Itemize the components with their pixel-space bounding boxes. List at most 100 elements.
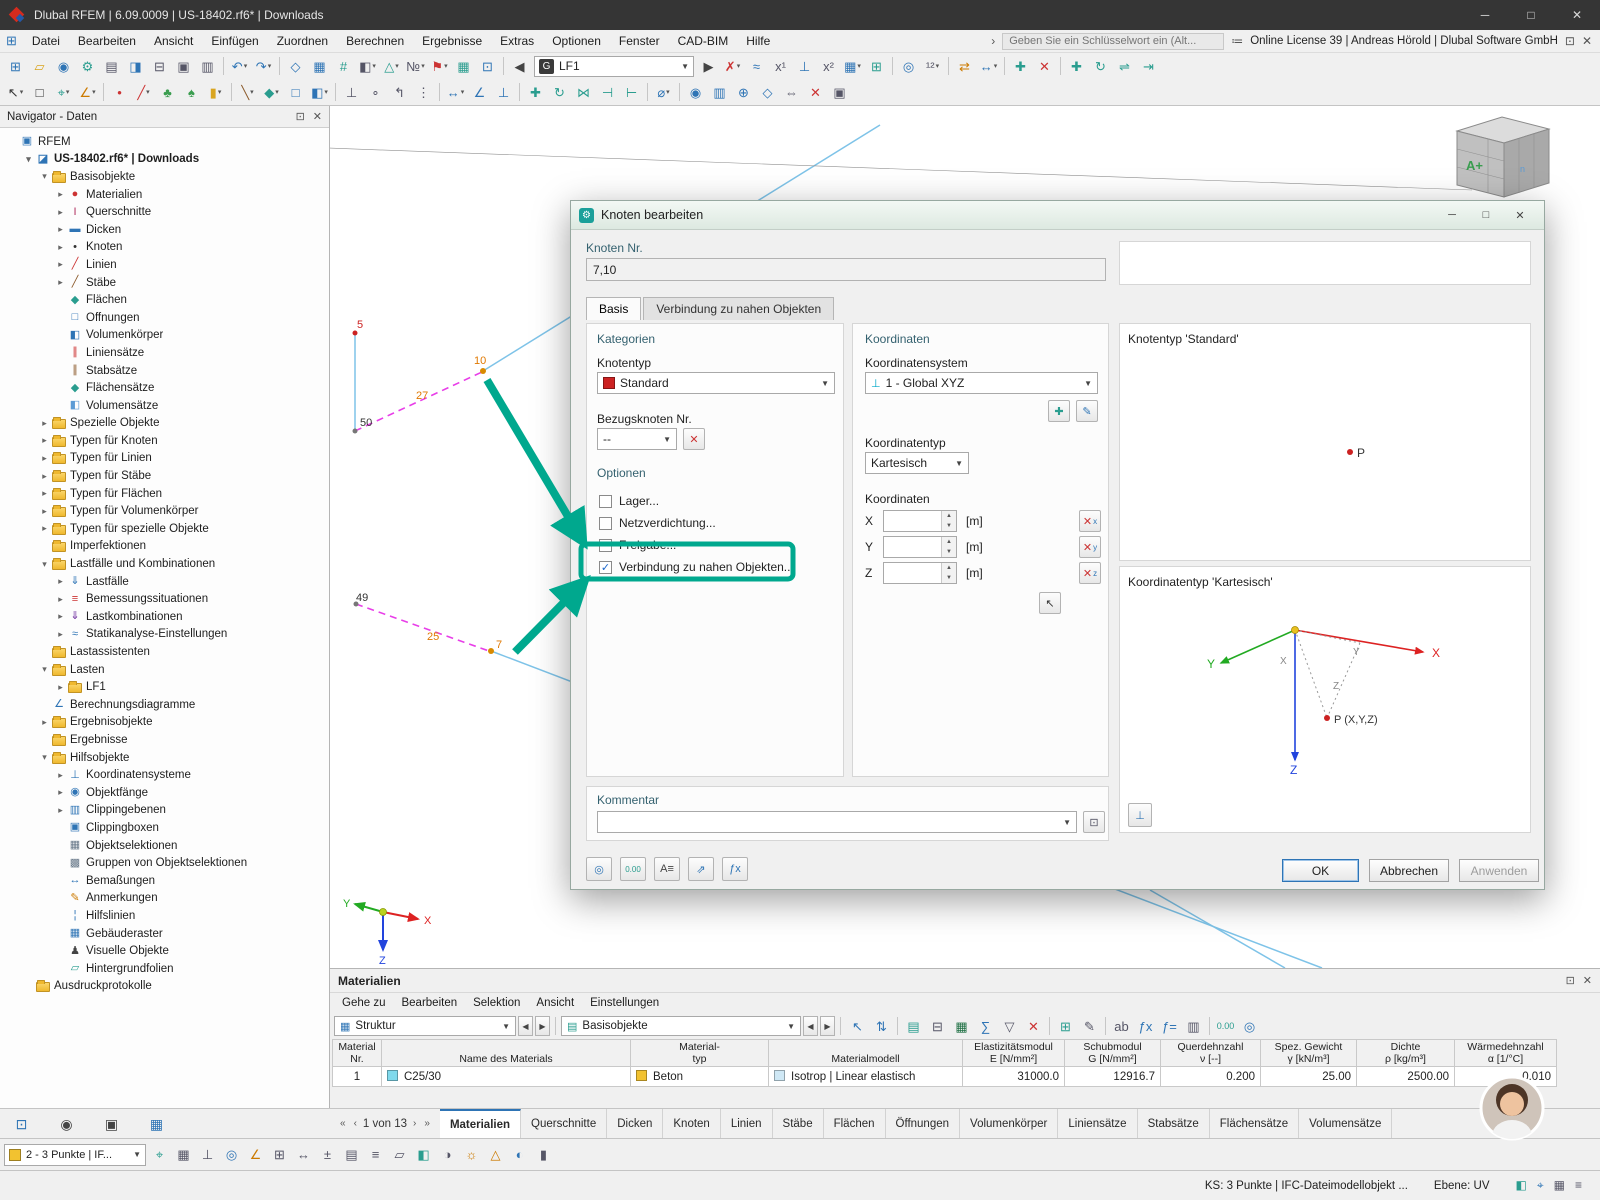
spinner-x[interactable]: ▲ ▼ (941, 511, 956, 531)
collapse-icon[interactable]: ▾ (38, 559, 51, 570)
coordinate-input-y[interactable]: ▲ ▼ (883, 536, 957, 558)
spin-down-icon[interactable]: ▼ (942, 547, 956, 557)
table-jump-button[interactable]: ⇗ (688, 857, 714, 881)
edit-coordinate-system-button[interactable]: ✎ (1076, 400, 1098, 422)
table-tab-stabsaetze[interactable]: Stabsätze (1138, 1109, 1210, 1138)
new-hinge-icon[interactable]: ∘ (364, 81, 387, 103)
cartesian-snap-icon[interactable]: ⊞ (268, 1144, 291, 1166)
tree-item-bemessungssituationen[interactable]: ▸ ≡ Bemessungssituationen (0, 590, 329, 608)
workspace-icon[interactable]: ⊡ (1565, 34, 1575, 48)
special-selection-icon[interactable]: ◇ (756, 81, 779, 103)
expand-icon[interactable]: ▸ (54, 277, 67, 288)
new-tree-icon[interactable]: ♣ (156, 81, 179, 103)
tree-item-typen-fuer-staebe[interactable]: ▸ Typen für Stäbe (0, 467, 329, 485)
checkbox-verbindung-zu-nahen-objekten[interactable]: ✓ (599, 560, 612, 574)
kommentar-combo[interactable]: ▼ (597, 811, 1077, 833)
table-formula-bar-icon[interactable]: ƒ= (1158, 1015, 1181, 1037)
materials-menu-einstellungen[interactable]: Einstellungen (582, 993, 667, 1013)
tree-item-rfem[interactable]: ▣ RFEM (0, 133, 329, 151)
tree-item-clippingboxen[interactable]: ▣ Clippingboxen (0, 819, 329, 837)
layer-list-icon[interactable]: ≡ (364, 1144, 387, 1166)
spin-down-icon[interactable]: ▼ (942, 521, 956, 531)
column-header-kg-m[interactable]: Dichte ρ [kg/m³] (1356, 1039, 1455, 1067)
expand-icon[interactable]: ▸ (54, 770, 67, 781)
cell-nr[interactable]: 1 (332, 1066, 382, 1087)
table-tab-flaechensaetze[interactable]: Flächensätze (1210, 1109, 1300, 1138)
generate-objects-icon[interactable]: ✚ (1009, 55, 1032, 77)
spin-up-icon[interactable]: ▲ (942, 563, 956, 573)
table-print-icon[interactable]: ⊟ (926, 1015, 949, 1037)
menu-item-hilfe[interactable]: Hilfe (737, 30, 779, 52)
snap-settings-icon[interactable]: ⊡ (476, 55, 499, 77)
clear-bezugsknoten-button[interactable]: ✕ (683, 428, 705, 450)
node-7[interactable] (488, 648, 494, 654)
apply-button[interactable]: Anwenden (1459, 859, 1539, 882)
spin-down-icon[interactable]: ▼ (942, 573, 956, 583)
next-loadcase-icon[interactable]: ▶ (697, 55, 720, 77)
increment-snap-icon[interactable]: ± (316, 1144, 339, 1166)
basisobjekte-combo[interactable]: ▤ Basisobjekte ▼ (561, 1016, 801, 1036)
cell-item[interactable]: 0.200 (1160, 1066, 1261, 1087)
new-plant-icon[interactable]: ♠ (180, 81, 203, 103)
table-tab-linien[interactable]: Linien (721, 1109, 773, 1138)
chevron-right-icon[interactable]: › (991, 34, 995, 48)
print-preview-icon[interactable]: ▤ (100, 55, 123, 77)
cell-kn-m[interactable]: 25.00 (1260, 1066, 1357, 1087)
spinner-y[interactable]: ▲ ▼ (941, 537, 956, 557)
table-views-icon[interactable]: ▥ (1182, 1015, 1205, 1037)
shadow-toggle-icon[interactable]: ◑ (436, 1144, 459, 1166)
memory-status-icon[interactable]: ▮ (532, 1144, 555, 1166)
tree-item-anmerkungen[interactable]: ✎ Anmerkungen (0, 890, 329, 908)
tree-item-lastassistenten[interactable]: Lastassistenten (0, 643, 329, 661)
materials-menu-bearbeiten[interactable]: Bearbeiten (393, 993, 465, 1013)
flag-language-icon[interactable]: ⚑ ▾ (428, 55, 451, 77)
tree-item-typen-fuer-knoten[interactable]: ▸ Typen für Knoten (0, 432, 329, 450)
tree-item-liniensaetze[interactable]: ∥ Liniensätze (0, 344, 329, 362)
koordinatentyp-combo[interactable]: Kartesisch ▼ (865, 452, 969, 474)
tree-item-imperfektionen[interactable]: Imperfektionen (0, 538, 329, 556)
expand-icon[interactable]: ▸ (54, 189, 67, 200)
tree-item-lastkombinationen[interactable]: ▸ ⇓ Lastkombinationen (0, 608, 329, 626)
materials-menu-selektion[interactable]: Selektion (465, 993, 528, 1013)
render-mode-icon[interactable]: ◧ ▾ (356, 55, 379, 77)
table-tab-flaechen[interactable]: Flächen (824, 1109, 886, 1138)
menu-item-ergebnisse[interactable]: Ergebnisse (413, 30, 491, 52)
expand-icon[interactable]: ▸ (54, 242, 67, 253)
column-header-typ[interactable]: Material-typ (630, 1039, 769, 1067)
expand-icon[interactable]: ▸ (38, 435, 51, 446)
prev-page-icon[interactable]: ‹ (352, 1118, 359, 1129)
tree-item-volumensaetze[interactable]: ◧ Volumensätze (0, 397, 329, 415)
tree-item-koordinatensysteme[interactable]: ▸ ⊥ Koordinatensysteme (0, 766, 329, 784)
menubar-close-icon[interactable]: ✕ (1582, 34, 1592, 48)
previous-loadcase-icon[interactable]: ◀ (508, 55, 531, 77)
expand-icon[interactable]: ▸ (54, 576, 67, 587)
materials-menu-ansicht[interactable]: Ansicht (528, 993, 582, 1013)
tab-verbindung-zu-nahen-objekten[interactable]: Verbindung zu nahen Objekten (643, 297, 835, 320)
decimal-places-button[interactable]: 0.00 (620, 857, 646, 881)
zoom-to-node-button[interactable]: ◎ (586, 857, 612, 881)
expand-icon[interactable]: ▸ (54, 682, 67, 693)
move-copy-icon[interactable]: ✚ (1065, 55, 1088, 77)
coordinate-input-z[interactable]: ▲ ▼ (883, 562, 957, 584)
expand-icon[interactable]: ▸ (54, 207, 67, 218)
measure-icon[interactable]: ⌀ ▾ (652, 81, 675, 103)
table-formula-icon[interactable]: ƒx (1134, 1015, 1157, 1037)
table-abc-icon[interactable]: ab (1110, 1015, 1133, 1037)
coordinate-input-x[interactable]: ▲ ▼ (883, 510, 957, 532)
dialog-close-button[interactable]: ✕ (1504, 204, 1536, 226)
mirror-objects-icon[interactable]: ⇌ (1113, 55, 1136, 77)
undo-icon[interactable]: ↶ ▾ (228, 55, 251, 77)
table-tab-oeffnungen[interactable]: Öffnungen (886, 1109, 961, 1138)
column-header-kn-m[interactable]: Spez. Gewicht γ [kN/m³] (1260, 1039, 1357, 1067)
table-tab-volumenkoerper[interactable]: Volumenkörper (960, 1109, 1059, 1138)
camera-view-icon[interactable]: ▣ (828, 81, 851, 103)
tree-item-visuelle-objekte[interactable]: ♟ Visuelle Objekte (0, 942, 329, 960)
table-tab-materialien[interactable]: Materialien (439, 1109, 522, 1138)
tree-item-materialien[interactable]: ▸ ● Materialien (0, 186, 329, 204)
float-table-icon[interactable]: ⊡ (1566, 974, 1575, 987)
expand-icon[interactable]: ▸ (54, 611, 67, 622)
expand-icon[interactable]: ▸ (38, 453, 51, 464)
table-prev-button[interactable]: ◀ (803, 1016, 818, 1036)
snap-line-icon[interactable]: x² (817, 55, 840, 77)
new-surface-icon[interactable]: ◆ ▾ (260, 81, 283, 103)
